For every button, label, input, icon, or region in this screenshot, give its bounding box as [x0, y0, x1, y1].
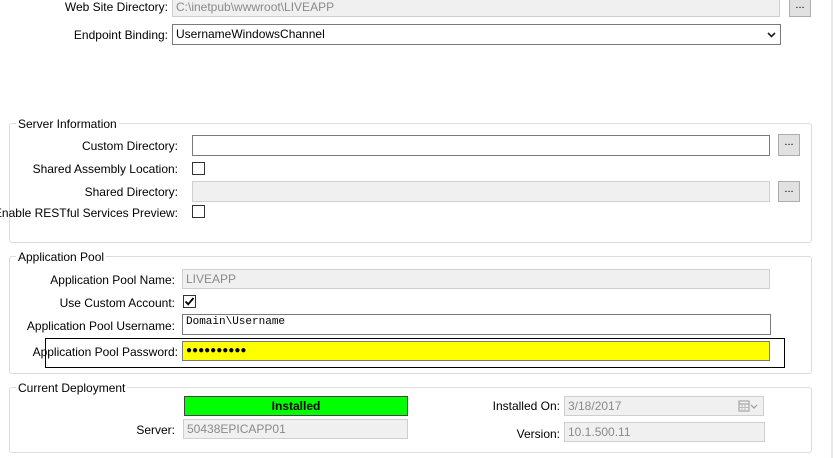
use-custom-account-checkbox[interactable]: [183, 295, 196, 308]
endpoint-binding-value: UsernameWindowsChannel: [176, 27, 325, 41]
custom-directory-input[interactable]: [192, 135, 770, 156]
endpoint-binding-label: Endpoint Binding:: [73, 28, 168, 42]
application-pool-title: Application Pool: [16, 250, 107, 264]
enable-restful-checkbox[interactable]: [192, 205, 205, 218]
endpoint-binding-select[interactable]: UsernameWindowsChannel: [172, 24, 781, 45]
website-directory-field: C:\inetpub\wwwroot\LIVEAPP: [172, 0, 780, 17]
current-deployment-title: Current Deployment: [16, 381, 128, 395]
server-field: 50438EPICAPP01: [183, 419, 408, 439]
shared-assembly-location-label: Shared Assembly Location:: [32, 162, 178, 176]
installed-on-value: 3/18/2017: [568, 399, 622, 413]
use-custom-account-label: Use Custom Account:: [59, 296, 175, 310]
version-field: 10.1.500.11: [564, 422, 765, 442]
shared-assembly-location-checkbox[interactable]: [192, 162, 205, 175]
website-directory-browse-button[interactable]: ...: [789, 0, 811, 17]
custom-directory-browse-button[interactable]: ...: [778, 134, 800, 156]
installed-on-label: Installed On:: [492, 399, 560, 413]
installed-status-text: Installed: [271, 399, 321, 413]
app-pool-name-field: LIVEAPP: [182, 269, 770, 289]
app-pool-password-input[interactable]: ●●●●●●●●●●: [182, 341, 770, 361]
server-information-title: Server Information: [16, 117, 119, 131]
installed-status-badge: Installed: [184, 396, 408, 416]
app-pool-username-label: Application Pool Username:: [26, 319, 175, 333]
shared-directory-input: [192, 181, 770, 202]
shared-directory-browse-button[interactable]: ...: [778, 181, 800, 202]
enable-restful-label: Enable RESTful Services Preview:: [0, 206, 178, 220]
website-directory-label: Web Site Directory:: [64, 0, 168, 14]
server-label: Server:: [136, 423, 175, 437]
chevron-down-icon: [766, 28, 777, 44]
app-pool-username-input[interactable]: Domain\Username: [182, 314, 771, 335]
installed-on-date-picker: 3/18/2017: [564, 396, 764, 416]
checkmark-icon: [184, 297, 195, 306]
app-pool-name-label: Application Pool Name:: [50, 273, 175, 287]
app-pool-password-label: Application Pool Password:: [32, 345, 178, 359]
shared-directory-label: Shared Directory:: [84, 185, 178, 199]
version-label: Version:: [516, 427, 560, 441]
custom-directory-label: Custom Directory:: [81, 139, 178, 153]
calendar-icon: [738, 400, 758, 415]
